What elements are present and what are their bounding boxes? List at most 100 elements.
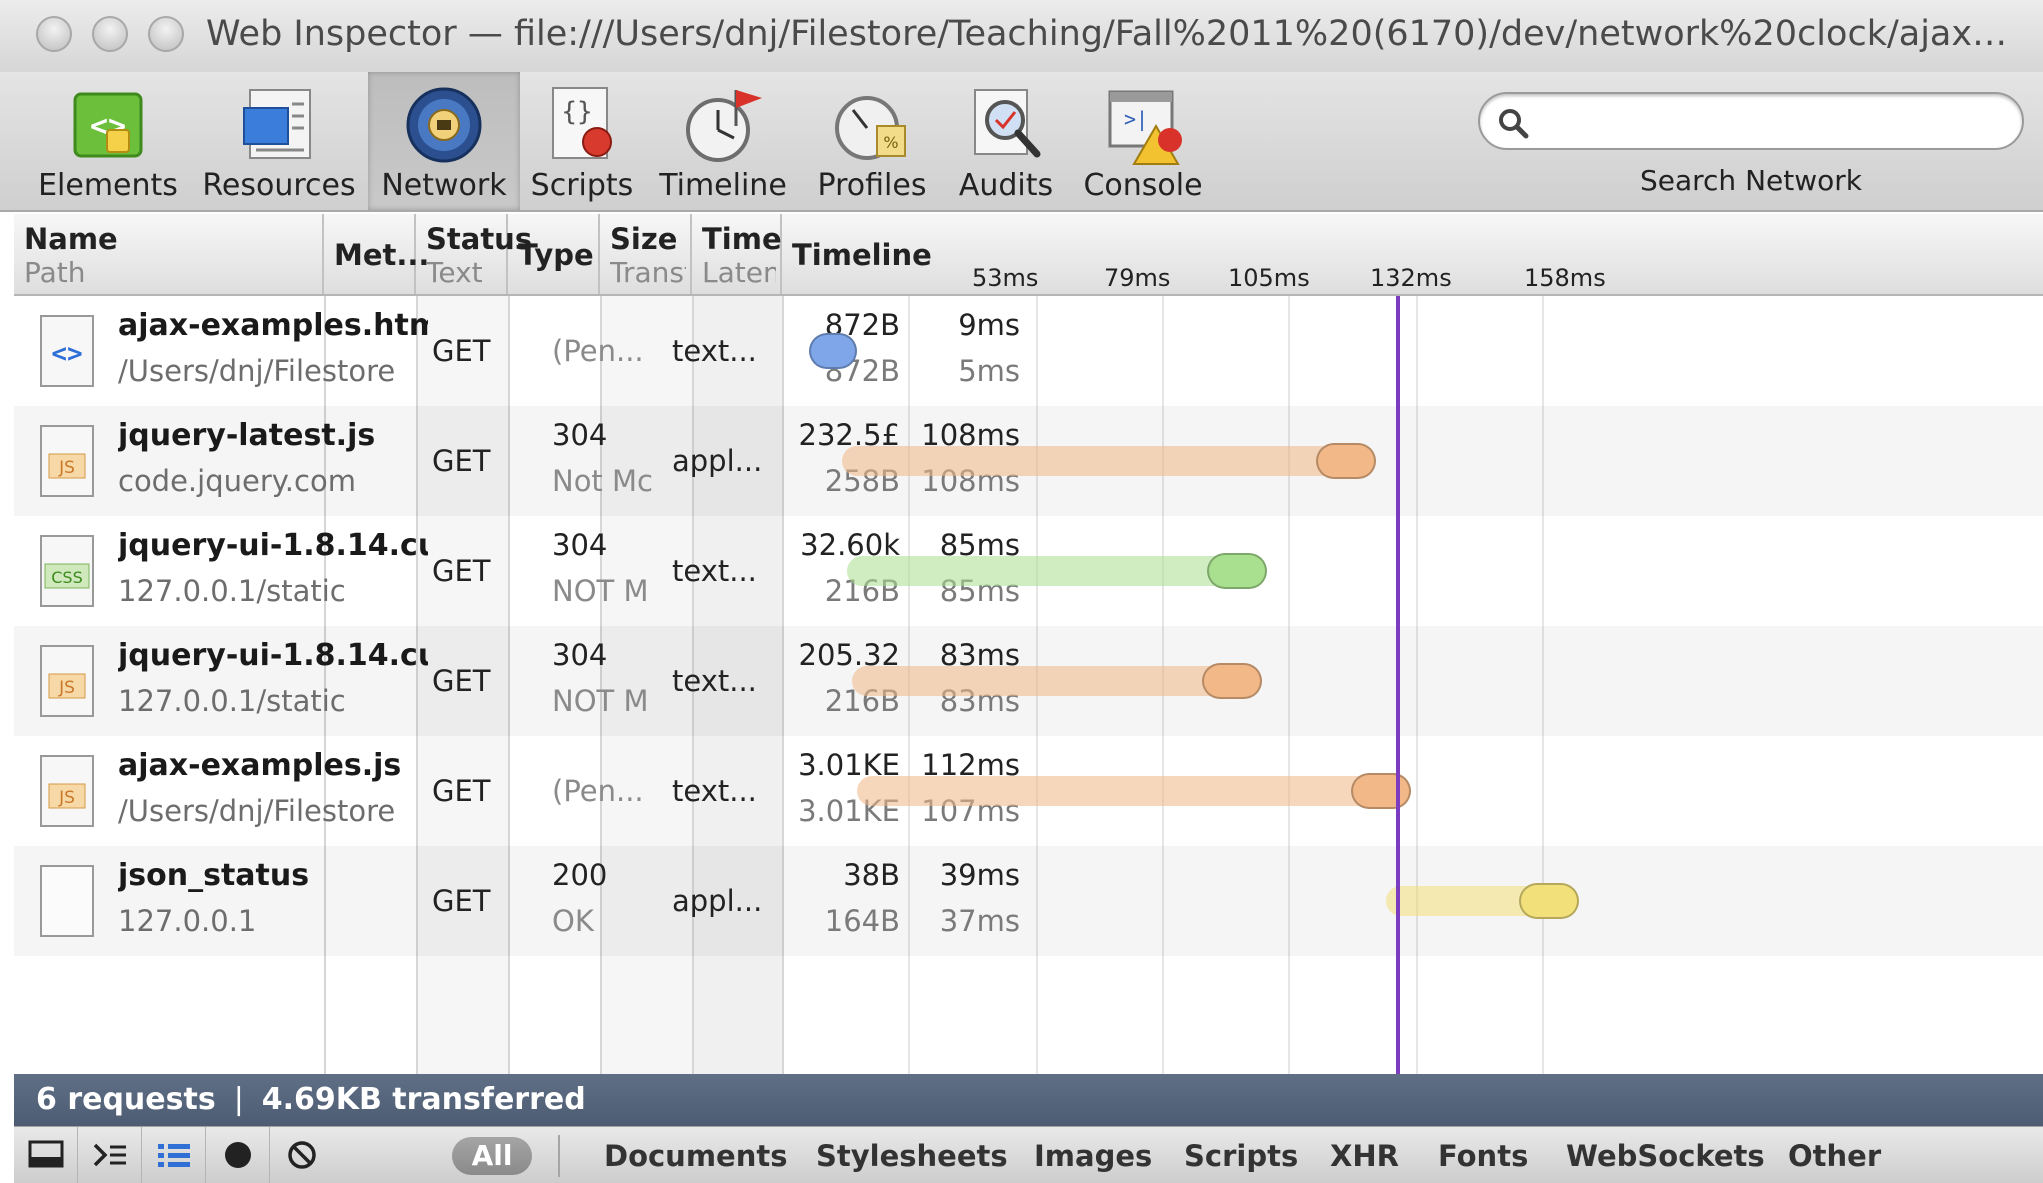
- resource-path: 127.0.0.1/static: [118, 684, 346, 718]
- status-code: 304: [552, 418, 608, 452]
- resource-latency: 37ms: [939, 904, 1020, 938]
- resource-path: /Users/dnj/Filestore: [118, 794, 396, 828]
- tab-label: Resources: [202, 168, 356, 203]
- zoom-window-button[interactable]: [148, 16, 184, 52]
- svg-text:{}: {}: [561, 97, 592, 127]
- tab-elements[interactable]: <> Elements: [26, 72, 190, 210]
- resource-transferred: 164B: [824, 904, 900, 938]
- network-table-header: Name Path Met... Status Text Type Size T…: [14, 214, 2043, 296]
- tab-resources[interactable]: Resources: [196, 72, 362, 210]
- search-field[interactable]: [1478, 92, 2024, 150]
- timeline-tick: 79ms: [1104, 264, 1171, 292]
- svg-text:<>: <>: [51, 339, 82, 369]
- tab-label: Timeline: [659, 168, 787, 203]
- js-file-icon: JS: [40, 645, 94, 717]
- timeline-latency-bar: [1350, 773, 1411, 809]
- resource-name: jquery-latest.js: [118, 418, 376, 453]
- header-latency-label: Latenc: [702, 256, 776, 289]
- close-window-button[interactable]: [36, 16, 72, 52]
- tab-label: Profiles: [817, 168, 927, 203]
- resource-name: json_status: [118, 858, 310, 893]
- dock-icon: [28, 1140, 64, 1168]
- request-row[interactable]: <> ajax-examples.htm/Users/dnj/Filestore G…: [14, 296, 2043, 406]
- list-view-button[interactable]: [142, 1127, 206, 1183]
- resource-size: 38B: [843, 858, 900, 892]
- column-header-timeline[interactable]: Timeline 53ms 79ms 105ms 132ms 158ms: [782, 214, 2043, 294]
- timeline-bar[interactable]: [856, 776, 1411, 806]
- column-header-name[interactable]: Name Path: [14, 214, 324, 294]
- resource-path: 127.0.0.1/static: [118, 574, 346, 608]
- resource-path: 127.0.0.1: [118, 904, 257, 938]
- timeline-bar[interactable]: [846, 556, 1268, 586]
- tab-profiles[interactable]: % Profiles: [804, 72, 940, 210]
- console-prompt-button[interactable]: [78, 1127, 142, 1183]
- resource-time: 9ms: [958, 308, 1020, 342]
- status-text: NOT M: [552, 574, 649, 608]
- search-icon: [1499, 109, 1529, 139]
- filter-stylesheets[interactable]: Stylesheets: [816, 1139, 1008, 1173]
- resource-type: text...: [672, 664, 757, 698]
- column-header-time[interactable]: Time Latenc: [692, 214, 782, 294]
- filter-images[interactable]: Images: [1034, 1139, 1152, 1173]
- filter-documents[interactable]: Documents: [604, 1139, 788, 1173]
- tab-audits[interactable]: Audits: [946, 72, 1066, 210]
- filter-scripts[interactable]: Scripts: [1184, 1139, 1298, 1173]
- console-icon: >|: [1108, 90, 1182, 165]
- record-icon: [225, 1142, 251, 1168]
- tab-scripts[interactable]: {} Scripts: [526, 72, 638, 210]
- header-timeline-label: Timeline: [792, 238, 932, 272]
- svg-text:JS: JS: [58, 678, 75, 698]
- request-method: GET: [432, 444, 491, 478]
- filter-other[interactable]: Other: [1788, 1139, 1881, 1173]
- svg-text:%: %: [883, 133, 898, 152]
- column-header-method[interactable]: Met...: [324, 214, 429, 294]
- resource-type: appl...: [672, 884, 763, 918]
- audits-icon: [974, 89, 1041, 158]
- network-icon: [406, 87, 482, 163]
- resource-type: text...: [672, 334, 757, 368]
- timeline-tick: 53ms: [972, 264, 1039, 292]
- timeline-latency-bar: [1207, 553, 1268, 589]
- request-row[interactable]: json_status 127.0.0.1 GET 200 OK appl... 38B 16…: [14, 846, 2043, 956]
- resource-latency: 5ms: [958, 354, 1020, 388]
- request-row[interactable]: CSS jquery-ui-1.8.14.cu 127.0.0.1/static GE…: [14, 516, 2043, 626]
- header-size-label: Size: [610, 222, 678, 256]
- clear-icon: [288, 1141, 316, 1169]
- svg-text:>|: >|: [1124, 107, 1148, 131]
- bottom-filter-bar: All Documents Stylesheets Images Scripts…: [14, 1126, 2043, 1183]
- tab-label: Elements: [38, 168, 178, 203]
- profiles-icon: %: [835, 96, 906, 160]
- filter-separator: [558, 1135, 560, 1177]
- filter-websockets[interactable]: WebSockets: [1566, 1139, 1765, 1173]
- timeline-bar[interactable]: [841, 446, 1377, 476]
- request-row[interactable]: JS ajax-examples.js/Users/dnj/Filestore GE…: [14, 736, 2043, 846]
- clear-button[interactable]: [270, 1127, 334, 1183]
- column-header-type[interactable]: Type: [508, 214, 600, 294]
- console-prompt-icon: [93, 1143, 126, 1167]
- timeline-latency-bar: [1316, 443, 1377, 479]
- tab-timeline[interactable]: Timeline: [648, 72, 798, 210]
- dock-button[interactable]: [14, 1127, 78, 1183]
- search-input[interactable]: [1540, 102, 2000, 142]
- column-header-size[interactable]: Size Transf: [600, 214, 692, 294]
- column-header-status[interactable]: Status Text: [416, 214, 532, 294]
- filter-fonts[interactable]: Fonts: [1438, 1139, 1528, 1173]
- resource-name: jquery-ui-1.8.14.cu: [118, 638, 428, 673]
- request-row[interactable]: JS jquery-latest.js code.jquery.com GET 304 N…: [14, 406, 2043, 516]
- filter-xhr[interactable]: XHR: [1330, 1139, 1399, 1173]
- header-path-label: Path: [24, 256, 86, 289]
- record-button[interactable]: [206, 1127, 270, 1183]
- filter-all-button[interactable]: All: [452, 1137, 532, 1175]
- list-view-icon: [158, 1144, 190, 1167]
- tab-console[interactable]: >| Console: [1074, 72, 1212, 210]
- elements-icon: <>: [73, 92, 143, 158]
- minimize-window-button[interactable]: [92, 16, 128, 52]
- timeline-tick: 158ms: [1524, 264, 1606, 292]
- timeline-bar[interactable]: [851, 666, 1263, 696]
- html-file-icon: <>: [40, 315, 94, 387]
- status-code: (Pen...: [552, 334, 644, 368]
- tab-network[interactable]: Network: [368, 72, 520, 210]
- request-row[interactable]: JS jquery-ui-1.8.14.cu 127.0.0.1/static GET…: [14, 626, 2043, 736]
- status-text: OK: [552, 904, 594, 938]
- svg-text:JS: JS: [58, 458, 75, 478]
